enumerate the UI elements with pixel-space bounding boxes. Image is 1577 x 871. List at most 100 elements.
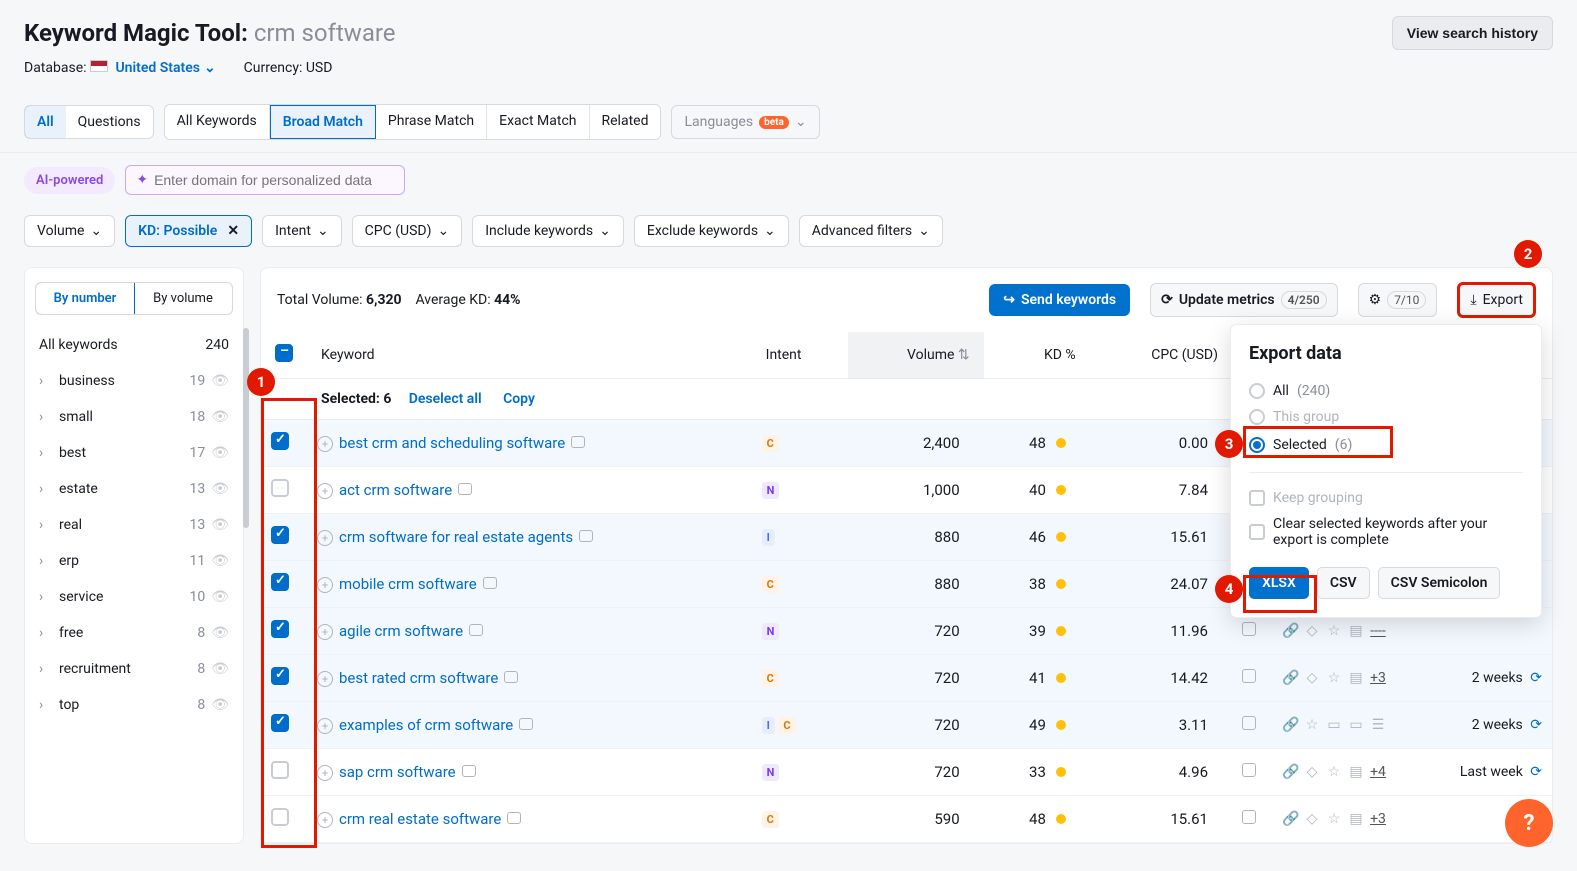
sort-by-volume[interactable]: By volume (134, 283, 232, 314)
add-icon[interactable]: + (317, 577, 333, 593)
serp-icon[interactable] (507, 812, 521, 824)
select-all-checkbox[interactable] (275, 344, 293, 362)
add-icon[interactable]: + (317, 436, 333, 452)
col-cpc[interactable]: CPC (USD) (1090, 332, 1232, 379)
add-icon[interactable]: + (317, 624, 333, 640)
magnify-icon[interactable] (1242, 622, 1256, 636)
tab-related[interactable]: Related (590, 105, 661, 139)
sidebar-item[interactable]: ›real13👁 (25, 507, 243, 543)
keyword-link[interactable]: crm software for real estate agents (339, 528, 573, 546)
magnify-icon[interactable] (1242, 763, 1256, 777)
keyword-link[interactable]: mobile crm software (339, 575, 477, 593)
tab-exact-match[interactable]: Exact Match (487, 105, 589, 139)
view-history-button[interactable]: View search history (1392, 16, 1553, 50)
eye-icon[interactable]: 👁 (211, 481, 229, 497)
add-icon[interactable]: + (317, 483, 333, 499)
sidebar-all-keywords[interactable]: All keywords 240 (25, 327, 243, 363)
keyword-link[interactable]: act crm software (339, 481, 452, 499)
col-kd[interactable]: KD % (984, 332, 1090, 379)
eye-icon[interactable]: 👁 (211, 373, 229, 389)
keyword-link[interactable]: crm real estate software (339, 810, 501, 828)
filter-intent[interactable]: Intent⌄ (262, 215, 342, 247)
add-icon[interactable]: + (317, 671, 333, 687)
serp-icon[interactable] (579, 530, 593, 542)
refresh-icon[interactable]: ⟳ (1530, 717, 1542, 733)
tab-broad-match[interactable]: Broad Match (270, 105, 376, 139)
filter-cpc[interactable]: CPC (USD)⌄ (352, 215, 463, 247)
add-icon[interactable]: + (317, 765, 333, 781)
sidebar-item[interactable]: ›estate13👁 (25, 471, 243, 507)
tab-all[interactable]: All (24, 105, 67, 139)
export-button[interactable]: ⤓ Export (1457, 282, 1536, 318)
sidebar-item[interactable]: ›small18👁 (25, 399, 243, 435)
col-intent[interactable]: Intent (752, 332, 848, 379)
domain-input[interactable] (154, 172, 394, 188)
domain-input-wrap[interactable]: ✦ (125, 165, 405, 195)
row-checkbox[interactable] (271, 432, 289, 450)
export-csv-button[interactable]: CSV (1317, 567, 1370, 599)
eye-icon[interactable]: 👁 (211, 553, 229, 569)
eye-icon[interactable]: 👁 (211, 661, 229, 677)
magnify-icon[interactable] (1242, 716, 1256, 730)
tab-all-keywords[interactable]: All Keywords (165, 105, 270, 139)
magnify-icon[interactable] (1242, 810, 1256, 824)
update-metrics-button[interactable]: ⟳ Update metrics 4/250 (1150, 283, 1338, 317)
eye-icon[interactable]: 👁 (211, 697, 229, 713)
add-icon[interactable]: + (317, 812, 333, 828)
sidebar-item[interactable]: ›free8👁 (25, 615, 243, 651)
row-checkbox[interactable] (271, 526, 289, 544)
serp-icon[interactable] (462, 765, 476, 777)
help-button[interactable]: ? (1505, 799, 1553, 847)
add-icon[interactable]: + (317, 718, 333, 734)
row-checkbox[interactable] (271, 620, 289, 638)
send-keywords-button[interactable]: ↪ Send keywords (989, 284, 1130, 316)
serp-icon[interactable] (504, 671, 518, 683)
sidebar-item[interactable]: ›service10👁 (25, 579, 243, 615)
tab-questions[interactable]: Questions (66, 106, 153, 138)
keyword-link[interactable]: best crm and scheduling software (339, 434, 565, 452)
sidebar-item[interactable]: ›top8👁 (25, 687, 243, 723)
refresh-icon[interactable]: ⟳ (1530, 670, 1542, 686)
magnify-icon[interactable] (1242, 669, 1256, 683)
keyword-link[interactable]: sap crm software (339, 763, 456, 781)
deselect-all-link[interactable]: Deselect all (409, 391, 482, 407)
close-icon[interactable]: ✕ (227, 223, 239, 239)
serp-icon[interactable] (469, 624, 483, 636)
row-checkbox[interactable] (271, 761, 289, 779)
filter-advanced[interactable]: Advanced filters⌄ (799, 215, 943, 247)
row-checkbox[interactable] (271, 573, 289, 591)
serp-icon[interactable] (483, 577, 497, 589)
sidebar-item[interactable]: ›erp11👁 (25, 543, 243, 579)
copy-link[interactable]: Copy (503, 391, 535, 407)
sidebar-item[interactable]: ›best17👁 (25, 435, 243, 471)
export-csv-semicolon-button[interactable]: CSV Semicolon (1378, 567, 1501, 599)
settings-button[interactable]: ⚙ 7/10 (1358, 283, 1438, 317)
eye-icon[interactable]: 👁 (211, 625, 229, 641)
keyword-link[interactable]: examples of crm software (339, 716, 513, 734)
languages-dropdown[interactable]: Languages beta ⌄ (671, 105, 819, 139)
database-selector[interactable]: Database: United States⌄ (24, 60, 216, 76)
sidebar-item[interactable]: ›business19👁 (25, 363, 243, 399)
col-keyword[interactable]: Keyword (307, 332, 752, 379)
row-checkbox[interactable] (271, 479, 289, 497)
refresh-icon[interactable]: ⟳ (1530, 764, 1542, 780)
serp-icon[interactable] (519, 718, 533, 730)
serp-icon[interactable] (571, 436, 585, 448)
filter-include[interactable]: Include keywords⌄ (472, 215, 624, 247)
row-checkbox[interactable] (271, 808, 289, 826)
eye-icon[interactable]: 👁 (211, 445, 229, 461)
add-icon[interactable]: + (317, 530, 333, 546)
filter-kd[interactable]: KD: Possible✕ (125, 215, 252, 247)
keyword-link[interactable]: best rated crm software (339, 669, 498, 687)
eye-icon[interactable]: 👁 (211, 517, 229, 533)
clear-after-export-option[interactable]: Clear selected keywords after your expor… (1249, 511, 1523, 553)
filter-volume[interactable]: Volume⌄ (24, 215, 115, 247)
row-checkbox[interactable] (271, 714, 289, 732)
keyword-link[interactable]: agile crm software (339, 622, 463, 640)
sidebar-item[interactable]: ›recruitment8👁 (25, 651, 243, 687)
eye-icon[interactable]: 👁 (211, 589, 229, 605)
export-option-all[interactable]: All (240) (1249, 378, 1523, 404)
sort-by-number[interactable]: By number (35, 282, 135, 315)
scrollbar[interactable] (243, 328, 249, 528)
col-volume[interactable]: Volume ⇅ (848, 332, 984, 379)
